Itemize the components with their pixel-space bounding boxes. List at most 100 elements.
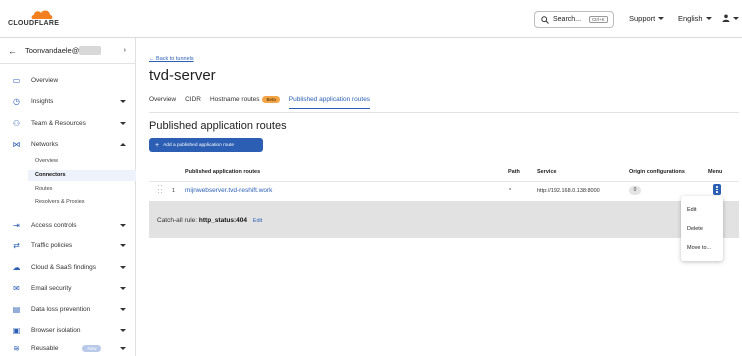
sidebar-item-networks[interactable]: ⋈ Networks	[0, 135, 136, 153]
support-menu[interactable]: Support	[629, 14, 665, 23]
tab-hostname-routes[interactable]: Hostname routes Beta	[210, 96, 280, 108]
sidebar-subitem-routes[interactable]: Routes	[35, 186, 52, 192]
sidebar-subitem-connectors[interactable]: Connectors	[35, 172, 66, 178]
back-to-tunnels-link[interactable]: ← Back to tunnels	[149, 56, 194, 62]
sidebar-item-label: Overview	[31, 76, 59, 84]
chevron-down-icon	[733, 16, 739, 20]
chevron-down-icon	[120, 347, 126, 350]
column-header-origin: Origin configurations	[629, 169, 685, 175]
chevron-down-icon	[120, 122, 126, 125]
catch-all-label: Catch-all rule:	[157, 217, 198, 224]
sidebar-item-access-controls[interactable]: ⇥ Access controls	[0, 216, 136, 234]
sidebar-item-label: Team & Resources	[31, 119, 86, 127]
sidebar-item-label: Cloud & SaaS findings	[31, 263, 97, 271]
origin-config-count: 0	[629, 186, 641, 195]
sidebar-item-label: Data loss prevention	[31, 305, 91, 313]
column-header-service: Service	[537, 169, 557, 175]
sidebar-item-label: Reusable	[31, 344, 59, 352]
chevron-down-icon	[120, 287, 126, 290]
menu-item-move-to[interactable]: Move to...	[687, 245, 711, 251]
network-icon: ⋈	[12, 139, 21, 149]
chevron-down-icon	[120, 266, 126, 269]
sidebar-item-label: Insights	[31, 97, 54, 105]
sidebar-item-insights[interactable]: ◷ Insights	[0, 92, 136, 110]
sidebar-item-label: Networks	[31, 140, 59, 148]
catch-all-edit-link[interactable]: Edit	[253, 218, 262, 224]
add-button-label: Add a published application route	[163, 142, 235, 148]
tab-bar: Overview CIDR Hostname routes Beta Publi…	[149, 96, 371, 112]
arrow-split-icon: ⇄	[13, 240, 20, 250]
chevron-down-icon	[120, 224, 126, 227]
cloud-logo-icon	[31, 10, 53, 19]
language-menu[interactable]: English	[678, 14, 712, 23]
search-label: Search...	[553, 16, 582, 23]
sidebar-item-data-loss-prevention[interactable]: ▤ Data loss prevention	[0, 300, 136, 318]
plus-icon: +	[155, 141, 160, 149]
catch-all-text: Catch-all rule: http_status:404 Edit	[157, 217, 262, 224]
redacted-block	[79, 46, 102, 56]
column-header-path: Path	[508, 169, 520, 175]
route-hostname-link[interactable]: mijnwebserver.tvd-reshift.work	[185, 187, 272, 194]
chevron-down-icon	[120, 100, 126, 103]
sidebar-item-label: Access controls	[31, 221, 77, 229]
sidebar: ← Toonvandaele@ › ▭ Overview ◷ Insights …	[0, 38, 136, 356]
column-header-route: Published application routes	[185, 169, 261, 175]
chevron-right-icon: ›	[123, 47, 126, 54]
catch-all-value: http_status:404	[198, 217, 247, 224]
column-header-menu: Menu	[708, 169, 723, 175]
tab-cidr[interactable]: CIDR	[185, 96, 201, 108]
menu-item-edit[interactable]: Edit	[687, 207, 696, 213]
menu-item-delete[interactable]: Delete	[687, 226, 703, 232]
tab-label: CIDR	[185, 96, 201, 103]
chevron-down-icon	[120, 329, 126, 332]
sidebar-item-traffic-policies[interactable]: ⇄ Traffic policies	[0, 236, 136, 254]
sidebar-item-overview[interactable]: ▭ Overview	[0, 71, 136, 89]
tab-label: Overview	[149, 96, 177, 103]
top-bar: CLOUDFLARE Search... Ctrl+K Support Engl…	[0, 0, 742, 38]
tab-label: Hostname routes	[209, 96, 260, 103]
support-label: Support	[629, 14, 656, 23]
chevron-down-icon	[120, 308, 126, 311]
row-index: 1	[172, 188, 176, 194]
sidebar-item-label: Browser isolation	[31, 326, 81, 334]
user-menu[interactable]	[722, 14, 739, 22]
stack-icon: ≋	[13, 343, 20, 353]
drag-handle-icon[interactable]	[158, 185, 163, 194]
cloudflare-logo[interactable]: CLOUDFLARE	[8, 8, 74, 30]
new-badge: New	[82, 344, 102, 352]
add-published-route-button[interactable]: + Add a published application route	[149, 138, 263, 152]
browser-icon: ▣	[12, 325, 21, 335]
account-switcher[interactable]: ← Toonvandaele@ ›	[0, 38, 136, 64]
cloud-icon: ☁	[12, 262, 21, 272]
clock-icon: ◷	[13, 96, 20, 106]
tab-overview[interactable]: Overview	[149, 96, 176, 108]
row-actions-menu: Edit Delete Move to...	[681, 196, 723, 261]
arrow-in-icon: ⇥	[13, 220, 20, 230]
logo-text: CLOUDFLARE	[8, 20, 60, 27]
sidebar-item-cloud-saas[interactable]: ☁ Cloud & SaaS findings	[0, 258, 136, 276]
sidebar-item-label: Traffic policies	[31, 241, 73, 249]
section-title: Published application routes	[149, 120, 287, 132]
sidebar-subitem-resolvers-proxies[interactable]: Resolvers & Proxies	[35, 199, 85, 205]
tab-published-application-routes[interactable]: Published application routes	[288, 96, 371, 109]
user-icon	[722, 14, 730, 22]
sidebar-subitem-overview[interactable]: Overview	[35, 158, 58, 164]
back-arrow-icon: ←	[8, 45, 17, 56]
sidebar-item-browser-isolation[interactable]: ▣ Browser isolation	[0, 321, 136, 339]
search-button[interactable]: Search... Ctrl+K	[534, 11, 614, 28]
chevron-down-icon	[120, 244, 126, 247]
sidebar-item-reusable[interactable]: ≋ Reusable New	[0, 339, 136, 356]
sidebar-item-email-security[interactable]: ✉ Email security	[0, 279, 136, 297]
beta-badge: Beta	[262, 96, 280, 103]
page-icon: ▭	[12, 75, 21, 85]
search-icon	[541, 15, 549, 24]
sidebar-item-label: Email security	[31, 284, 72, 292]
catch-all-rule: Catch-all rule: http_status:404 Edit	[149, 201, 739, 238]
sidebar-item-team-resources[interactable]: ⚇ Team & Resources	[0, 114, 136, 132]
account-name: Toonvandaele@	[25, 46, 102, 56]
email-icon: ✉	[13, 283, 20, 293]
page-title: tvd-server	[149, 67, 216, 84]
people-icon: ⚇	[12, 118, 21, 128]
row-menu-button[interactable]	[713, 184, 721, 195]
chevron-down-icon	[705, 17, 712, 20]
